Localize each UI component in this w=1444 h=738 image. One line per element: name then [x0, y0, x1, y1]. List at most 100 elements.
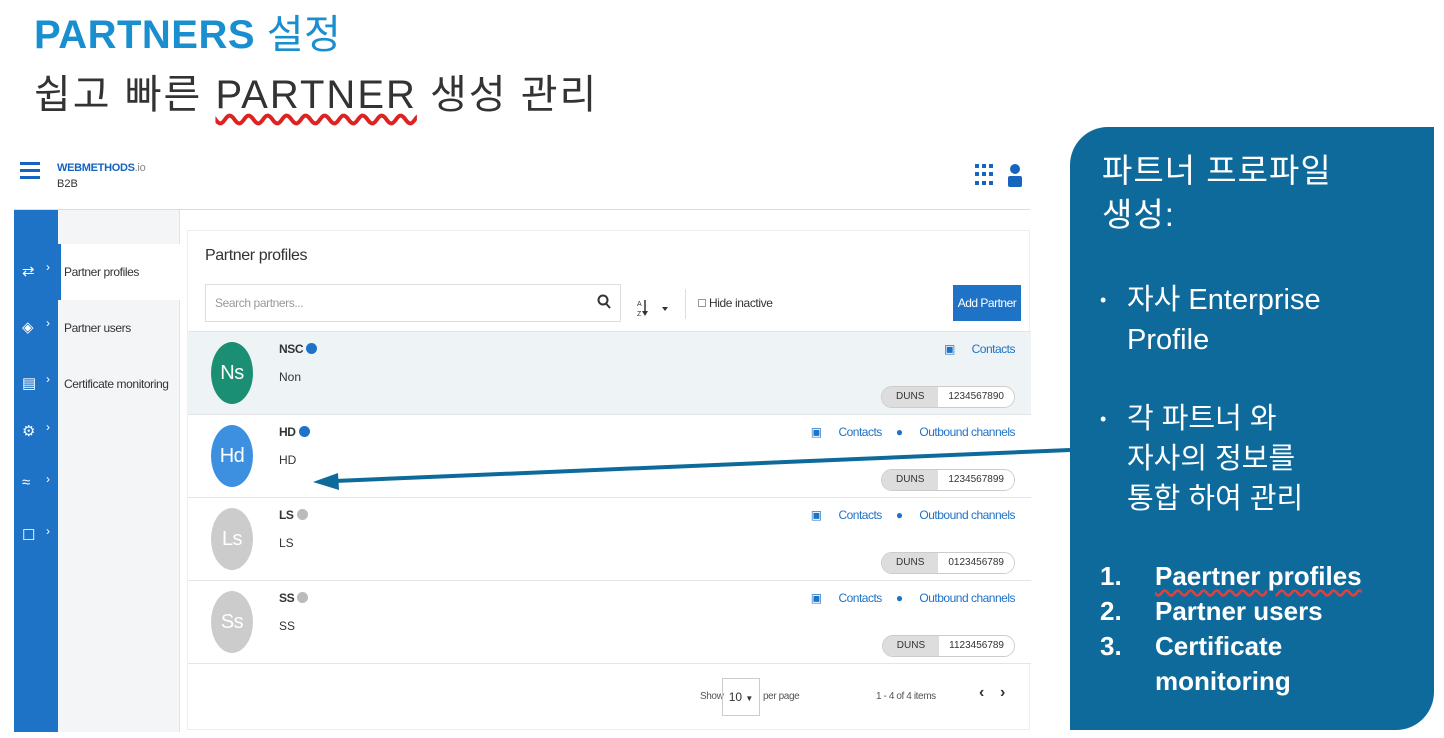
bullet-2-line2: 자사의 정보를 — [1127, 443, 1296, 475]
contacts-label: Contacts — [971, 342, 1016, 356]
bullet-dot: • — [1100, 409, 1107, 429]
chevron-right-icon: › — [46, 420, 50, 434]
verified-check-icon — [298, 426, 310, 437]
list-text: Certificate — [1155, 631, 1283, 661]
chevron-right-icon: › — [46, 316, 50, 330]
chevron-right-icon: › — [46, 260, 50, 274]
partner-name-text: LS — [279, 508, 294, 522]
callout-heading-line2: 생성: — [1102, 196, 1175, 233]
partner-description: Non — [279, 370, 302, 384]
partner-name-text: NSC — [279, 342, 304, 356]
slide-title-en: PARTNERS — [34, 13, 256, 57]
subtitle-suffix: 생성 관리 — [416, 73, 599, 117]
items-range: 1 - 4 of 4 items — [876, 691, 936, 702]
duns-label: DUNS — [882, 553, 939, 573]
duns-label: DUNS — [882, 387, 939, 407]
app-window: WEBMETHODS.io B2B ⇄ › ◈ › ▤ › ⚙ › ≈ › ☐ › Part… — [14, 150, 1031, 732]
verified-check-icon — [296, 509, 308, 520]
slide-title-kr: 설정 — [266, 13, 342, 57]
partner-links: ▣ Contacts — [930, 342, 1016, 356]
partner-row[interactable]: Ls LS LS ▣ Contacts ● Outbound channels DUNS 0… — [188, 497, 1031, 580]
contacts-label: Contacts — [838, 425, 882, 439]
prev-page-icon[interactable]: ‹ — [979, 684, 984, 702]
list-text: Paertner profiles — [1155, 561, 1362, 591]
avatar: Ls — [211, 508, 253, 570]
search-input[interactable] — [206, 285, 586, 321]
callout-heading: 파트너 프로파일 생성: — [1102, 149, 1332, 237]
partner-profiles-panel: Partner profiles AZ Hide inactive Add Pa… — [187, 230, 1031, 730]
contacts-link[interactable]: ▣ Contacts — [811, 425, 883, 439]
subtitle-partner: PARTNER — [215, 73, 417, 117]
user-icon[interactable] — [1006, 162, 1024, 188]
contacts-label: Contacts — [838, 508, 882, 522]
sidebar-icon-documents[interactable]: ▤ › — [20, 372, 52, 398]
hamburger-menu-icon[interactable] — [20, 162, 40, 179]
brand-subtitle: B2B — [57, 178, 78, 190]
partner-name[interactable]: SS — [279, 591, 309, 605]
sort-az-dropdown[interactable]: AZ — [636, 297, 676, 319]
contacts-link[interactable]: ▣ Contacts — [811, 591, 883, 605]
partner-description: LS — [279, 536, 294, 550]
sidenav-certificate-monitoring[interactable]: Certificate monitoring — [58, 356, 180, 412]
show-label: Show — [700, 691, 724, 702]
contacts-link[interactable]: ▣ Contacts — [944, 342, 1016, 356]
outbound-channels-link[interactable]: ● Outbound channels — [896, 508, 1016, 522]
sidebar-icon-settings[interactable]: ⚙ › — [20, 420, 52, 446]
chevron-right-icon: › — [46, 472, 50, 486]
partner-description: SS — [279, 619, 296, 633]
callout-panel: 파트너 프로파일 생성: • 자사 Enterprise Profile • 각… — [1070, 127, 1434, 730]
sidenav-partner-users[interactable]: Partner users — [58, 300, 180, 356]
chevron-right-icon: › — [46, 524, 50, 538]
cog-icon: ⚙ — [22, 423, 36, 440]
callout-numbered-list: 1. Paertner profiles 2. Partner users 3. Ce… — [1100, 559, 1362, 699]
contacts-link[interactable]: ▣ Contacts — [811, 508, 883, 522]
partner-row[interactable]: Ns NSC Non ▣ Contacts DUNS 1234567890 — [188, 331, 1031, 414]
hide-inactive-toggle[interactable]: Hide inactive — [698, 296, 773, 310]
partner-name[interactable]: LS — [279, 508, 308, 522]
bullet-2-line3: 통합 하여 관리 — [1127, 483, 1304, 515]
bullet-1-line1: 자사 Enterprise — [1127, 284, 1321, 316]
sidebar-icon-users[interactable]: ◈ › — [20, 316, 52, 342]
add-partner-button[interactable]: Add Partner — [953, 285, 1021, 321]
icon-sidebar: ⇄ › ◈ › ▤ › ⚙ › ≈ › ☐ › — [14, 210, 58, 732]
partner-row[interactable]: Ss SS SS ▣ Contacts ● Outbound channels DUNS 1… — [188, 580, 1031, 663]
partner-links: ▣ Contacts ● Outbound channels — [797, 425, 1016, 439]
slide-subtitle: 쉽고 빠른 PARTNER 생성 관리 — [34, 62, 598, 120]
sidebar-icon-partners[interactable]: ⇄ › — [20, 260, 52, 286]
partner-name[interactable]: HD — [279, 425, 310, 439]
app-grid-icon[interactable] — [975, 164, 993, 186]
list-text: monitoring — [1155, 666, 1291, 696]
slide-title: PARTNERS 설정 — [34, 2, 341, 60]
list-number: 1. — [1100, 561, 1122, 591]
duns-value: 0123456789 — [938, 553, 1014, 573]
bullet-1-line2: Profile — [1127, 324, 1210, 356]
checkbox[interactable] — [698, 299, 706, 307]
duns-badge: DUNS 0123456789 — [881, 552, 1015, 574]
bullet-dot: • — [1100, 290, 1107, 310]
next-page-icon[interactable]: › — [1000, 684, 1005, 702]
outbound-channels-link[interactable]: ● Outbound channels — [896, 425, 1016, 439]
search-icon[interactable] — [597, 294, 611, 310]
partner-name[interactable]: NSC — [279, 342, 318, 356]
duns-value: 1234567890 — [938, 387, 1014, 407]
partner-links: ▣ Contacts ● Outbound channels — [797, 591, 1016, 605]
verified-check-icon — [306, 343, 318, 354]
duns-label: DUNS — [882, 470, 939, 490]
per-page-value: 10 — [728, 690, 743, 704]
sidebar-icon-edit[interactable]: ☐ › — [20, 524, 52, 550]
per-page-select[interactable]: 10 ▼ — [722, 678, 760, 716]
outbound-channels-link[interactable]: ● Outbound channels — [896, 591, 1016, 605]
sidebar-icon-monitoring[interactable]: ≈ › — [20, 472, 52, 498]
partner-row[interactable]: Hd HD HD ▣ Contacts ● Outbound channels DUNS 1… — [188, 414, 1031, 497]
partner-name-text: HD — [279, 425, 296, 439]
duns-value: 1123456789 — [939, 636, 1014, 656]
list-number: 3. — [1100, 631, 1122, 661]
activity-icon: ≈ — [22, 474, 31, 491]
sidenav-partner-profiles[interactable]: Partner profiles — [58, 244, 180, 300]
avatar: Hd — [211, 425, 253, 487]
partner-links: ▣ Contacts ● Outbound channels — [797, 508, 1016, 522]
per-page-label: per page — [763, 691, 800, 702]
toolbar-divider — [685, 289, 686, 319]
duns-label: DUNS — [882, 636, 940, 656]
list-text: Partner users — [1155, 596, 1323, 626]
